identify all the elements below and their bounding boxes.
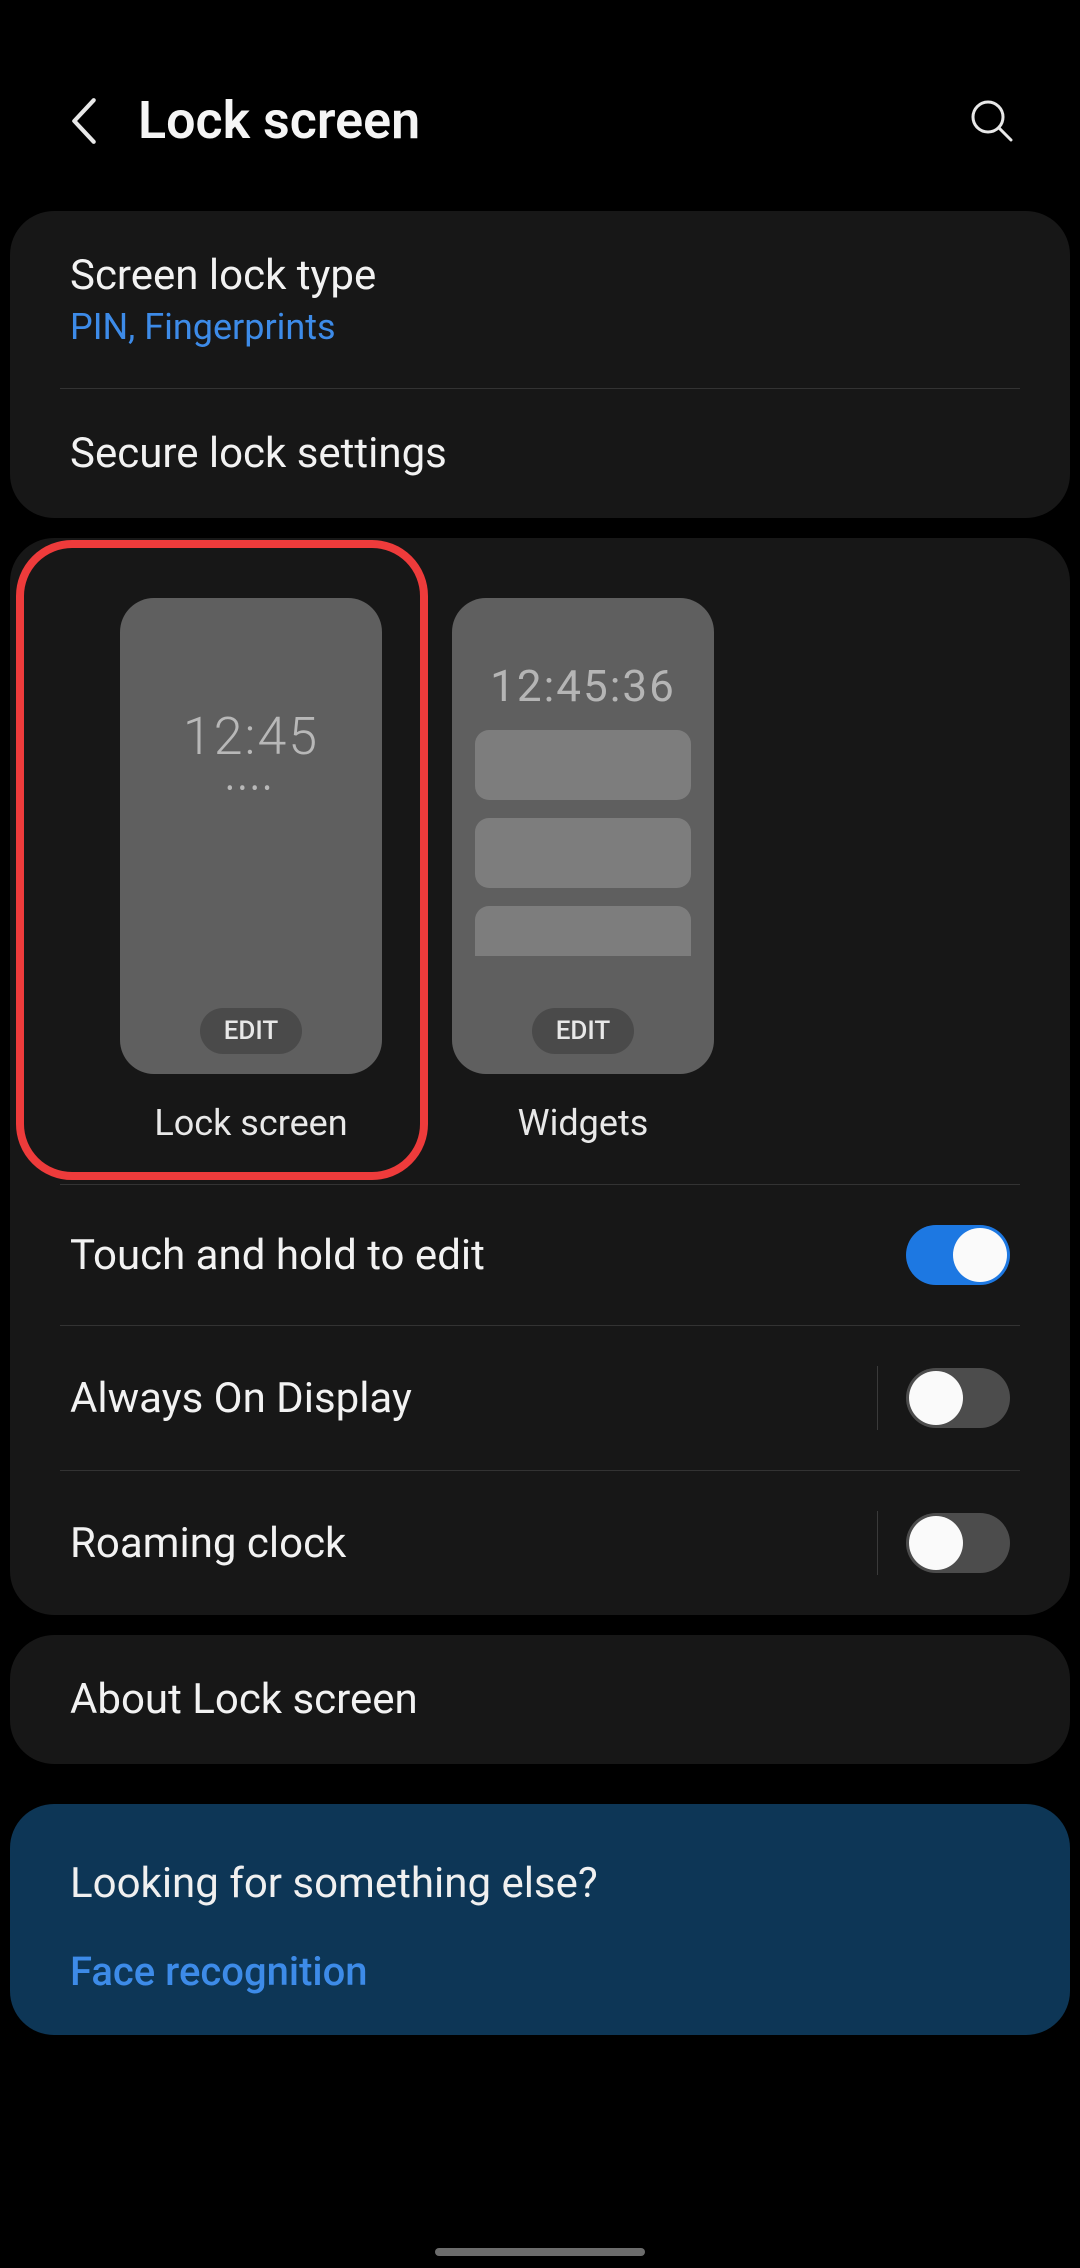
secure-lock-settings-row[interactable]: Secure lock settings — [10, 389, 1070, 518]
always-on-display-row[interactable]: Always On Display — [10, 1326, 1070, 1470]
previews-card: 12:45 •••• EDIT Lock screen 12:45:36 EDI… — [10, 538, 1070, 1615]
row-title: Secure lock settings — [70, 429, 447, 478]
search-button[interactable] — [964, 93, 1020, 149]
edit-widgets-button[interactable]: EDIT — [532, 1008, 635, 1054]
about-lock-screen-row[interactable]: About Lock screen — [10, 1635, 1070, 1764]
edit-lockscreen-button[interactable]: EDIT — [200, 1008, 303, 1054]
always-on-display-toggle[interactable] — [906, 1368, 1010, 1428]
header: Lock screen — [0, 50, 1080, 191]
back-button[interactable] — [60, 97, 108, 145]
row-title: About Lock screen — [70, 1675, 418, 1724]
looking-title: Looking for something else? — [70, 1859, 1010, 1908]
widget-bar — [475, 818, 691, 888]
toggle-wrap — [877, 1366, 1010, 1430]
toggle-wrap — [877, 1511, 1010, 1575]
screen-lock-type-row[interactable]: Screen lock type PIN, Fingerprints — [10, 211, 1070, 388]
lockscreen-preview-slot: 12:45 •••• EDIT Lock screen — [120, 598, 382, 1144]
touch-hold-edit-toggle[interactable] — [906, 1225, 1010, 1285]
row-title: Roaming clock — [70, 1519, 346, 1568]
preview-clock: 12:45:36 — [490, 660, 676, 712]
widget-bar — [475, 730, 691, 800]
separator — [877, 1511, 878, 1575]
gesture-bar[interactable] — [435, 2248, 645, 2256]
widget-bar — [475, 906, 691, 956]
row-subtitle: PIN, Fingerprints — [70, 306, 376, 348]
looking-for-card: Looking for something else? Face recogni… — [10, 1804, 1070, 2035]
widgets-preview-slot: 12:45:36 EDIT Widgets — [452, 598, 714, 1144]
row-title: Screen lock type — [70, 251, 376, 300]
widgets-preview[interactable]: 12:45:36 EDIT — [452, 598, 714, 1074]
about-card: About Lock screen — [10, 1635, 1070, 1764]
row-title: Always On Display — [70, 1374, 412, 1423]
preview-label: Widgets — [518, 1102, 649, 1144]
face-recognition-link[interactable]: Face recognition — [70, 1948, 1010, 1995]
security-card: Screen lock type PIN, Fingerprints Secur… — [10, 211, 1070, 518]
preview-label: Lock screen — [154, 1102, 347, 1144]
roaming-clock-toggle[interactable] — [906, 1513, 1010, 1573]
previews-row: 12:45 •••• EDIT Lock screen 12:45:36 EDI… — [10, 538, 1070, 1184]
preview-clock: 12:45 — [183, 706, 319, 767]
touch-hold-edit-row[interactable]: Touch and hold to edit — [10, 1185, 1070, 1325]
chevron-left-icon — [67, 96, 101, 146]
search-icon — [969, 98, 1015, 144]
page-title: Lock screen — [138, 90, 964, 151]
roaming-clock-row[interactable]: Roaming clock — [10, 1471, 1070, 1615]
preview-dots-icon: •••• — [226, 777, 276, 802]
separator — [877, 1366, 878, 1430]
lockscreen-preview[interactable]: 12:45 •••• EDIT — [120, 598, 382, 1074]
row-title: Touch and hold to edit — [70, 1231, 485, 1280]
